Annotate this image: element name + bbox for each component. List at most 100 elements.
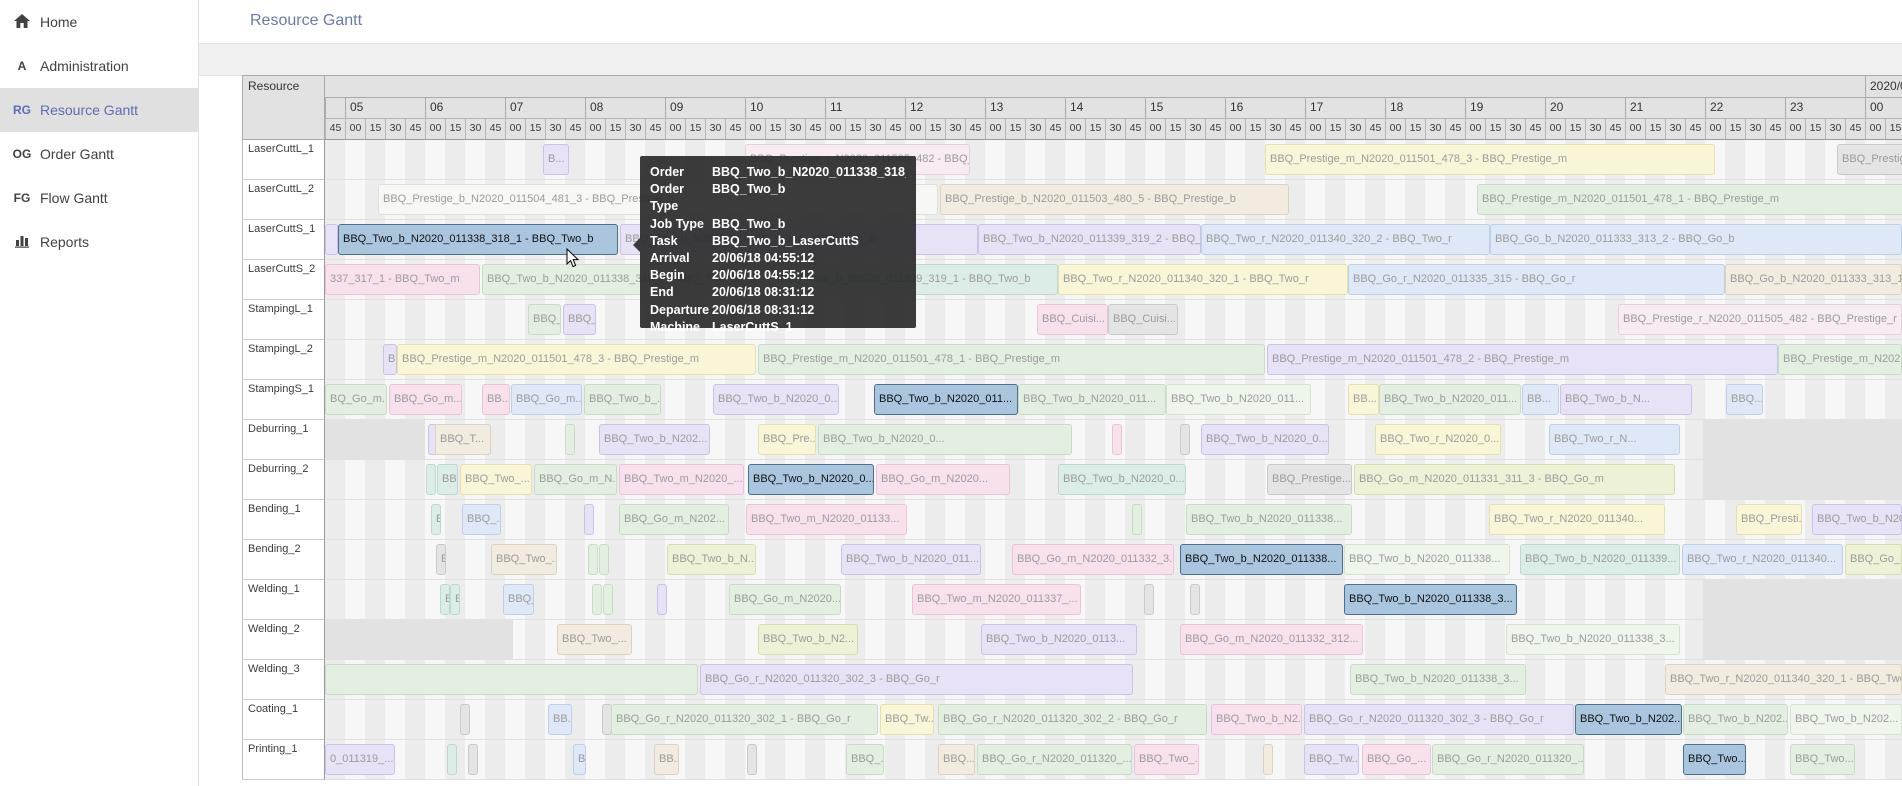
gantt-task-bar[interactable]: BBQ_Prestige_m_N202... [1778, 344, 1902, 375]
gantt-task-bar[interactable]: BBQ_Prestige_m_N2020_011501_478_1 - BBQ_… [758, 344, 1265, 375]
gantt-task-bar[interactable]: BBQ_Go_r_N2020_011320_... [977, 744, 1132, 775]
gantt-task-bar[interactable]: BBQ_Go_m... [1845, 544, 1902, 575]
gantt-task-bar[interactable]: BBQ_Two_b_N202... [1790, 704, 1902, 735]
gantt-task-bar[interactable] [599, 544, 609, 575]
gantt-task-bar[interactable] [565, 424, 575, 455]
gantt-task-bar[interactable]: BBQ_Two_b_N202... [1683, 704, 1788, 735]
gantt-task-bar[interactable]: BBQ_... [503, 584, 534, 615]
gantt-task-bar[interactable]: BBQ_Two_b_N2020_011339_319_2 - BBQ_Two_b [978, 224, 1201, 255]
gantt-task-bar[interactable]: BBQ_Tw... [880, 704, 934, 735]
gantt-task-bar[interactable]: BBQ_Two... [1790, 744, 1855, 775]
gantt-task-bar[interactable]: BBQ_Go_b_N2020_011333_313_1 - BBQ_Go_b [1725, 264, 1902, 295]
gantt-task-bar[interactable]: BBQ_Two_b_N2020_011... [841, 544, 981, 575]
gantt-task-bar[interactable]: BB... [1522, 384, 1559, 415]
gantt-task-bar[interactable]: B [436, 544, 446, 575]
gantt-task-bar[interactable]: BBQ_Two_b_N2020_0... [1058, 464, 1186, 495]
gantt-task-bar[interactable]: BBQ_Two_b_N... [667, 544, 756, 575]
gantt-task-bar[interactable] [603, 584, 613, 615]
gantt-task-bar[interactable]: BB... [1348, 384, 1379, 415]
gantt-task-bar[interactable] [1112, 424, 1122, 455]
gantt-task-bar[interactable]: BBQ_Go_m... [511, 384, 582, 415]
gantt-task-bar[interactable]: BBQ_Two_... [491, 544, 557, 575]
gantt-task-bar[interactable] [1180, 424, 1190, 455]
gantt-task-bar[interactable]: BBQ_Two_b_N2020_011338_3... [1506, 624, 1680, 655]
gantt-task-bar[interactable]: BBQ_Go_r_N2020_011320_... [1432, 744, 1584, 775]
gantt-task-bar[interactable]: B... [543, 144, 569, 175]
gantt-task-bar-selected[interactable]: BBQ_Two_b_N2020_0... [748, 464, 874, 495]
gantt-task-bar[interactable]: BBQ_Go_r_N2020_011320_302_3 - BBQ_Go_r [1304, 704, 1574, 735]
gantt-task-bar[interactable]: BBQ_Pre... [758, 424, 816, 455]
gantt-task-bar[interactable]: BBQ_Prestige_r_N2020_011505_482 - BBQ_Pr… [1618, 304, 1902, 335]
gantt-task-bar[interactable]: 337_317_1 - BBQ_Two_m [325, 264, 480, 295]
gantt-task-bar[interactable] [592, 584, 602, 615]
gantt-task-bar[interactable]: BBQ_Two_b_N20... [1812, 504, 1902, 535]
gantt-task-bar[interactable] [1263, 744, 1273, 775]
gantt-task-bar[interactable] [447, 744, 457, 775]
gantt-task-bar[interactable]: BBQ_Two_m_N2020_01133... [746, 504, 907, 535]
gantt-task-bar[interactable]: BBQ_Two_r_N2020_011340... [1682, 544, 1843, 575]
sidebar-item-reports[interactable]: Reports [0, 220, 198, 264]
gantt-task-bar[interactable] [468, 744, 478, 775]
gantt-task-bar[interactable]: BBQ_Two_m_N2020_011337_... [912, 584, 1081, 615]
gantt-task-bar[interactable]: BBQ_... [563, 304, 596, 335]
gantt-task-bar[interactable]: B... [573, 744, 586, 775]
gantt-task-bar[interactable]: BBQ_Go_m_N2020... [729, 584, 841, 615]
gantt-task-bar[interactable] [657, 584, 667, 615]
gantt-task-bar[interactable] [747, 744, 757, 775]
gantt-task-bar[interactable]: BBQ_Go_... [1362, 744, 1431, 775]
gantt-task-bar-selected[interactable]: BBQ_Two_b_N202... [1575, 704, 1682, 735]
gantt-task-bar[interactable]: BBQ_... [528, 304, 561, 335]
gantt-task-bar[interactable]: 0_011319_... [325, 744, 395, 775]
gantt-task-bar[interactable]: B. [383, 344, 397, 375]
gantt-task-bar[interactable]: BB... [548, 704, 572, 735]
gantt-task-bar[interactable]: BBQ_Two_b_N2... [758, 624, 858, 655]
gantt-task-bar[interactable]: BBQ... [1726, 384, 1763, 415]
gantt-task-bar[interactable]: BBQ_Tw... [1304, 744, 1359, 775]
gantt-task-bar[interactable] [1132, 504, 1142, 535]
gantt-task-bar-selected[interactable]: BBQ_Two_b_N2020_011338... [1180, 544, 1343, 575]
gantt-task-bar[interactable]: BBQ_Prestige_m_N2020_011501_478_1 - BBQ_… [1477, 184, 1902, 215]
gantt-task-bar[interactable] [325, 224, 338, 255]
gantt-task-bar[interactable]: BBQ_Two_b_N2020_011338... [1344, 544, 1510, 575]
gantt-task-bar[interactable]: BBQ_Two_... [1134, 744, 1199, 775]
gantt-task-bar[interactable]: BBQ_Two_b_N2020_011... [1379, 384, 1521, 415]
gantt-task-bar[interactable]: BBQ_Two_b_N... [1560, 384, 1692, 415]
gantt-task-bar[interactable]: BBQ_Go_m_N2020... [876, 464, 1010, 495]
gantt-task-bar[interactable]: BQ_Go_m... [325, 384, 387, 415]
gantt-task-bar[interactable]: BBQ_Two_... [557, 624, 632, 655]
gantt-task-bar[interactable]: BBQ_Two_b_N2020_0... [713, 384, 839, 415]
gantt-task-bar-selected[interactable]: BBQ_Two_b_N2020_011... [874, 384, 1018, 415]
gantt-task-bar[interactable]: BB... [482, 384, 510, 415]
gantt-task-bar[interactable]: BBQ_... [846, 744, 884, 775]
sidebar-item-order-gantt[interactable]: OG Order Gantt [0, 132, 198, 176]
gantt-task-bar[interactable]: BBQ_Two_b_N2020_011339... [1520, 544, 1680, 575]
gantt-task-bar[interactable] [1144, 584, 1154, 615]
gantt-task-bar[interactable]: BBQ_Go_r_N2020_011335_315 - BBQ_Go_r [1348, 264, 1725, 295]
gantt-task-bar[interactable]: BBQ_Prestige... [1267, 464, 1352, 495]
gantt-task-bar[interactable]: BBQ_Two_b_N2020_0113... [981, 624, 1137, 655]
gantt-task-bar[interactable]: BBQ_Cuisi... [1108, 304, 1178, 335]
gantt-task-bar[interactable]: BBQ_Go_m... [389, 384, 462, 415]
gantt-task-bar[interactable]: BBQ_Two_m_N2020_... [619, 464, 744, 495]
gantt-task-bar[interactable]: BBQ_Prestige_m_N2020_011501_478_2 - BBQ_… [1267, 344, 1778, 375]
gantt-task-bar[interactable]: BBQ_Go_r_N2020_011320_302_3 - BBQ_Go_r [700, 664, 1133, 695]
gantt-task-bar[interactable]: B [440, 584, 450, 615]
gantt-task-bar[interactable]: BBQ_Two_r_N2020_0... [1375, 424, 1501, 455]
gantt-task-bar[interactable]: BBQ_Two_b_N202... [599, 424, 710, 455]
gantt-task-bar[interactable]: BBQ_Go_m_N... [534, 464, 617, 495]
gantt-task-bar[interactable]: BBQ_Go_m_N2020_011332_312... [1180, 624, 1363, 655]
gantt-task-bar[interactable]: BBQ_Cuisi... [1037, 304, 1108, 335]
gantt-task-bar[interactable]: BBQ_Go_r_N2020_011320_302_1 - BBQ_Go_r [611, 704, 878, 735]
gantt-task-bar[interactable]: BBQ_Prestige_b_N2020_011503_480_5 - BBQ_… [940, 184, 1289, 215]
gantt-task-bar[interactable]: BBQ_Two_b_N2020_011338... [1186, 504, 1352, 535]
gantt-task-bar[interactable]: BBQ_Two_b_N2... [1211, 704, 1302, 735]
gantt-task-bar-selected[interactable]: BBQ_Two_b_N2020_011338_3... [1344, 584, 1517, 615]
sidebar-item-resource-gantt[interactable]: RG Resource Gantt [0, 88, 198, 132]
gantt-task-bar[interactable]: B [431, 504, 441, 535]
gantt-task-bar[interactable]: BBQ_Prestige_m_N2020_011501_478_3 - BBQ_… [397, 344, 756, 375]
sidebar-item-flow-gantt[interactable]: FG Flow Gantt [0, 176, 198, 220]
gantt-task-bar[interactable]: BBQ_Go_r_N2020_011320_302_2 - BBQ_Go_r [938, 704, 1207, 735]
gantt-task-bar[interactable]: BBQ_Two_r_N2020_011340... [1489, 504, 1665, 535]
gantt-task-bar[interactable]: BBQ_Prestig [1837, 144, 1902, 175]
gantt-task-bar[interactable] [588, 544, 598, 575]
